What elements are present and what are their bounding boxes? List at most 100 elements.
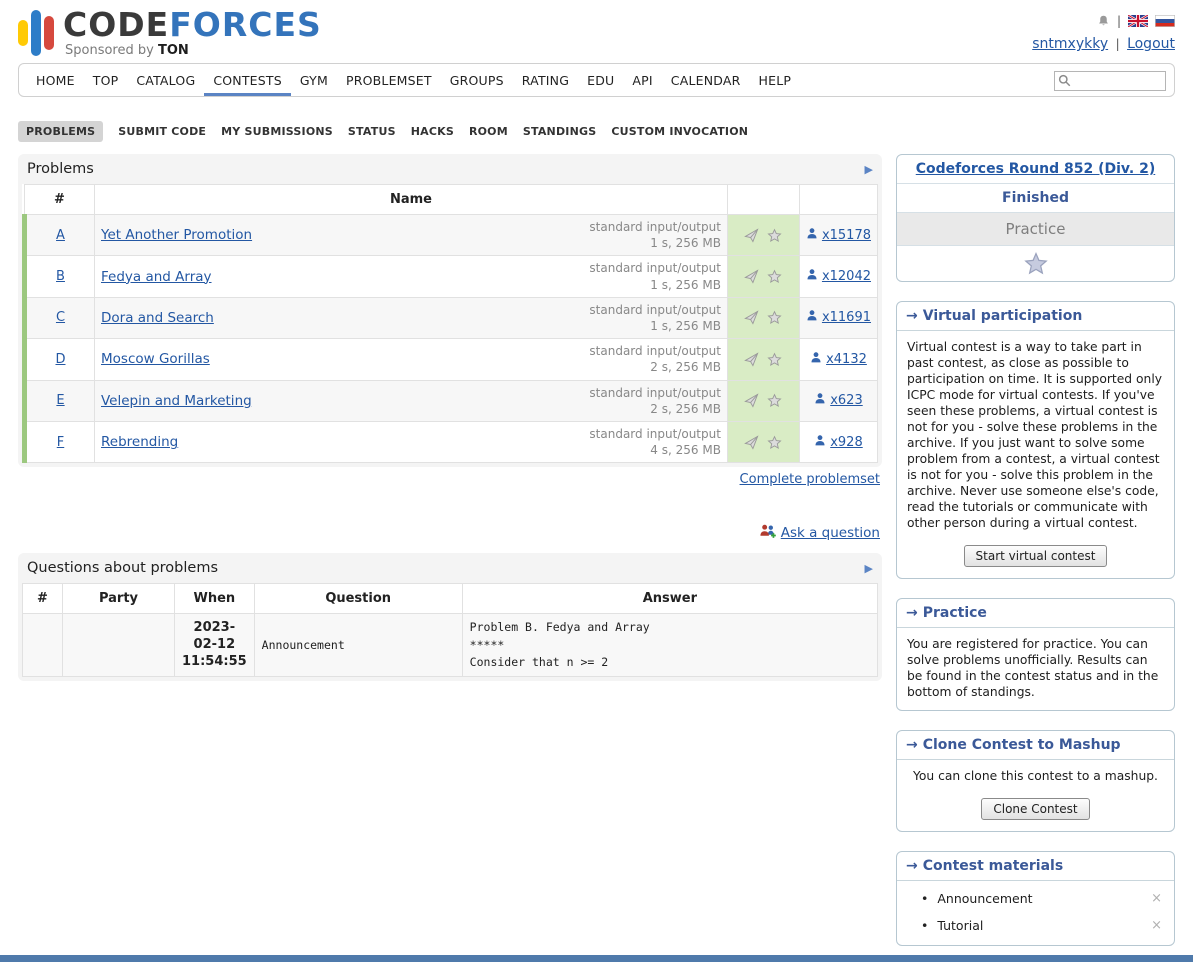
problem-row-b: B Fedya and Array standard input/output1 … — [25, 256, 878, 297]
nav-catalog[interactable]: CATALOG — [127, 64, 204, 96]
nav-help[interactable]: HELP — [750, 64, 801, 96]
person-icon — [806, 227, 818, 244]
solved-count-link[interactable]: x15178 — [822, 228, 871, 243]
favorite-star-icon[interactable] — [767, 435, 782, 450]
submit-plane-icon[interactable] — [744, 310, 759, 325]
favorite-star-icon[interactable] — [767, 352, 782, 367]
contest-status: Finished — [897, 184, 1174, 213]
problem-name-link[interactable]: Rebrending — [101, 434, 178, 450]
problem-row-f: F Rebrendingstandard input/output4 s, 25… — [25, 421, 878, 462]
nav-top[interactable]: TOP — [84, 64, 128, 96]
logo-bar-yellow — [18, 20, 28, 46]
question-when: 2023-02-12 11:54:55 — [175, 614, 255, 677]
virtual-title-text: Virtual participation — [923, 308, 1083, 324]
nav-calendar[interactable]: CALENDAR — [662, 64, 750, 96]
virtual-participation-text: Virtual contest is a way to take part in… — [897, 331, 1174, 541]
problem-letter-link[interactable]: E — [56, 393, 64, 408]
lang-ru-flag-icon[interactable] — [1155, 15, 1175, 27]
clone-contest-text: You can clone this contest to a mashup. — [897, 760, 1174, 794]
problem-name-link[interactable]: Velepin and Marketing — [101, 393, 252, 409]
ask-question-row: Ask a question — [18, 523, 880, 543]
submit-plane-icon[interactable] — [744, 352, 759, 367]
main-nav: HOME TOP CATALOG CONTESTS GYM PROBLEMSET… — [18, 63, 1175, 97]
tab-problems[interactable]: PROBLEMS — [18, 121, 103, 142]
contest-title-link[interactable]: Codeforces Round 852 (Div. 2) — [916, 161, 1155, 177]
nav-api[interactable]: API — [623, 64, 661, 96]
nav-groups[interactable]: GROUPS — [441, 64, 513, 96]
favorite-star-icon[interactable] — [767, 228, 782, 243]
material-announcement-link[interactable]: Announcement — [937, 891, 1151, 906]
logout-link[interactable]: Logout — [1127, 36, 1175, 52]
tab-standings[interactable]: STANDINGS — [523, 125, 596, 138]
section-arrow-icon: → — [906, 737, 918, 753]
problem-letter-link[interactable]: F — [57, 435, 64, 450]
header-icons-row: | — [1032, 12, 1175, 30]
notifications-bell-icon[interactable] — [1097, 14, 1110, 28]
person-icon — [806, 268, 818, 285]
material-tutorial-link[interactable]: Tutorial — [937, 918, 1151, 933]
submit-plane-icon[interactable] — [744, 435, 759, 450]
codeforces-logo[interactable]: CODEFORCES Sponsored by TON — [18, 8, 322, 57]
problem-letter-link[interactable]: C — [56, 310, 65, 325]
problem-name-link[interactable]: Yet Another Promotion — [101, 227, 252, 243]
sponsored-by-text: Sponsored by — [65, 43, 154, 58]
tab-status[interactable]: STATUS — [348, 125, 396, 138]
col-header-index: # — [25, 185, 95, 215]
problem-letter-link[interactable]: A — [56, 228, 65, 243]
problem-limits: standard input/output1 s, 256 MB — [589, 260, 721, 292]
expand-arrow-icon[interactable]: ▶ — [865, 163, 873, 176]
tab-custom-invocation[interactable]: CUSTOM INVOCATION — [611, 125, 748, 138]
solved-count-link[interactable]: x4132 — [826, 352, 867, 367]
practice-title-text: Practice — [923, 605, 987, 621]
problem-io: standard input/output — [589, 343, 721, 359]
below-problems: Complete problemset — [18, 472, 880, 487]
problem-letter-link[interactable]: B — [56, 269, 65, 284]
search-icon — [1058, 74, 1071, 87]
submit-plane-icon[interactable] — [744, 393, 759, 408]
lang-en-flag-icon[interactable] — [1128, 15, 1148, 27]
tab-hacks[interactable]: HACKS — [411, 125, 454, 138]
page: CODEFORCES Sponsored by TON | sntmxykky … — [0, 0, 1193, 962]
q-col-answer: Answer — [462, 584, 877, 614]
submit-plane-icon[interactable] — [744, 228, 759, 243]
solved-count-link[interactable]: x11691 — [822, 310, 871, 325]
nav-home[interactable]: HOME — [27, 64, 84, 96]
solved-count-link[interactable]: x623 — [830, 393, 863, 408]
problem-name-link[interactable]: Dora and Search — [101, 310, 214, 326]
username-link[interactable]: sntmxykky — [1032, 36, 1108, 52]
bullet: • — [921, 891, 928, 906]
nav-contests[interactable]: CONTESTS — [204, 64, 291, 96]
problem-time-memory: 2 s, 256 MB — [589, 401, 721, 417]
sidebar: Codeforces Round 852 (Div. 2) Finished P… — [896, 154, 1175, 962]
complete-problemset-link[interactable]: Complete problemset — [740, 472, 880, 487]
problem-name-link[interactable]: Fedya and Array — [101, 269, 212, 285]
favorite-star-icon[interactable] — [767, 310, 782, 325]
nav-problemset[interactable]: PROBLEMSET — [337, 64, 441, 96]
problem-name-link[interactable]: Moscow Gorillas — [101, 351, 210, 367]
main-content: Problems ▶ # Name — [18, 154, 882, 681]
question-num-cell — [23, 614, 63, 677]
clone-contest-button[interactable]: Clone Contest — [981, 798, 1089, 820]
tab-submit-code[interactable]: SUBMIT CODE — [118, 125, 206, 138]
close-icon[interactable]: × — [1151, 918, 1162, 933]
ask-question-link[interactable]: Ask a question — [781, 525, 880, 541]
footer-bar — [0, 955, 1193, 962]
solved-count-link[interactable]: x12042 — [822, 269, 871, 284]
nav-gym[interactable]: GYM — [291, 64, 337, 96]
tab-room[interactable]: ROOM — [469, 125, 508, 138]
solved-count-link[interactable]: x928 — [830, 435, 863, 450]
expand-arrow-icon[interactable]: ▶ — [865, 562, 873, 575]
favorite-star-icon[interactable] — [767, 393, 782, 408]
close-icon[interactable]: × — [1151, 891, 1162, 906]
contest-favorite-star-icon[interactable] — [1023, 264, 1049, 280]
tab-my-submissions[interactable]: MY SUBMISSIONS — [221, 125, 333, 138]
submit-plane-icon[interactable] — [744, 269, 759, 284]
nav-rating[interactable]: RATING — [513, 64, 578, 96]
favorite-star-icon[interactable] — [767, 269, 782, 284]
problem-letter-link[interactable]: D — [55, 352, 65, 367]
start-virtual-contest-button[interactable]: Start virtual contest — [964, 545, 1108, 567]
problem-time-memory: 4 s, 256 MB — [589, 442, 721, 458]
bullet: • — [921, 918, 928, 933]
col-header-icons — [727, 185, 799, 215]
nav-edu[interactable]: EDU — [578, 64, 623, 96]
